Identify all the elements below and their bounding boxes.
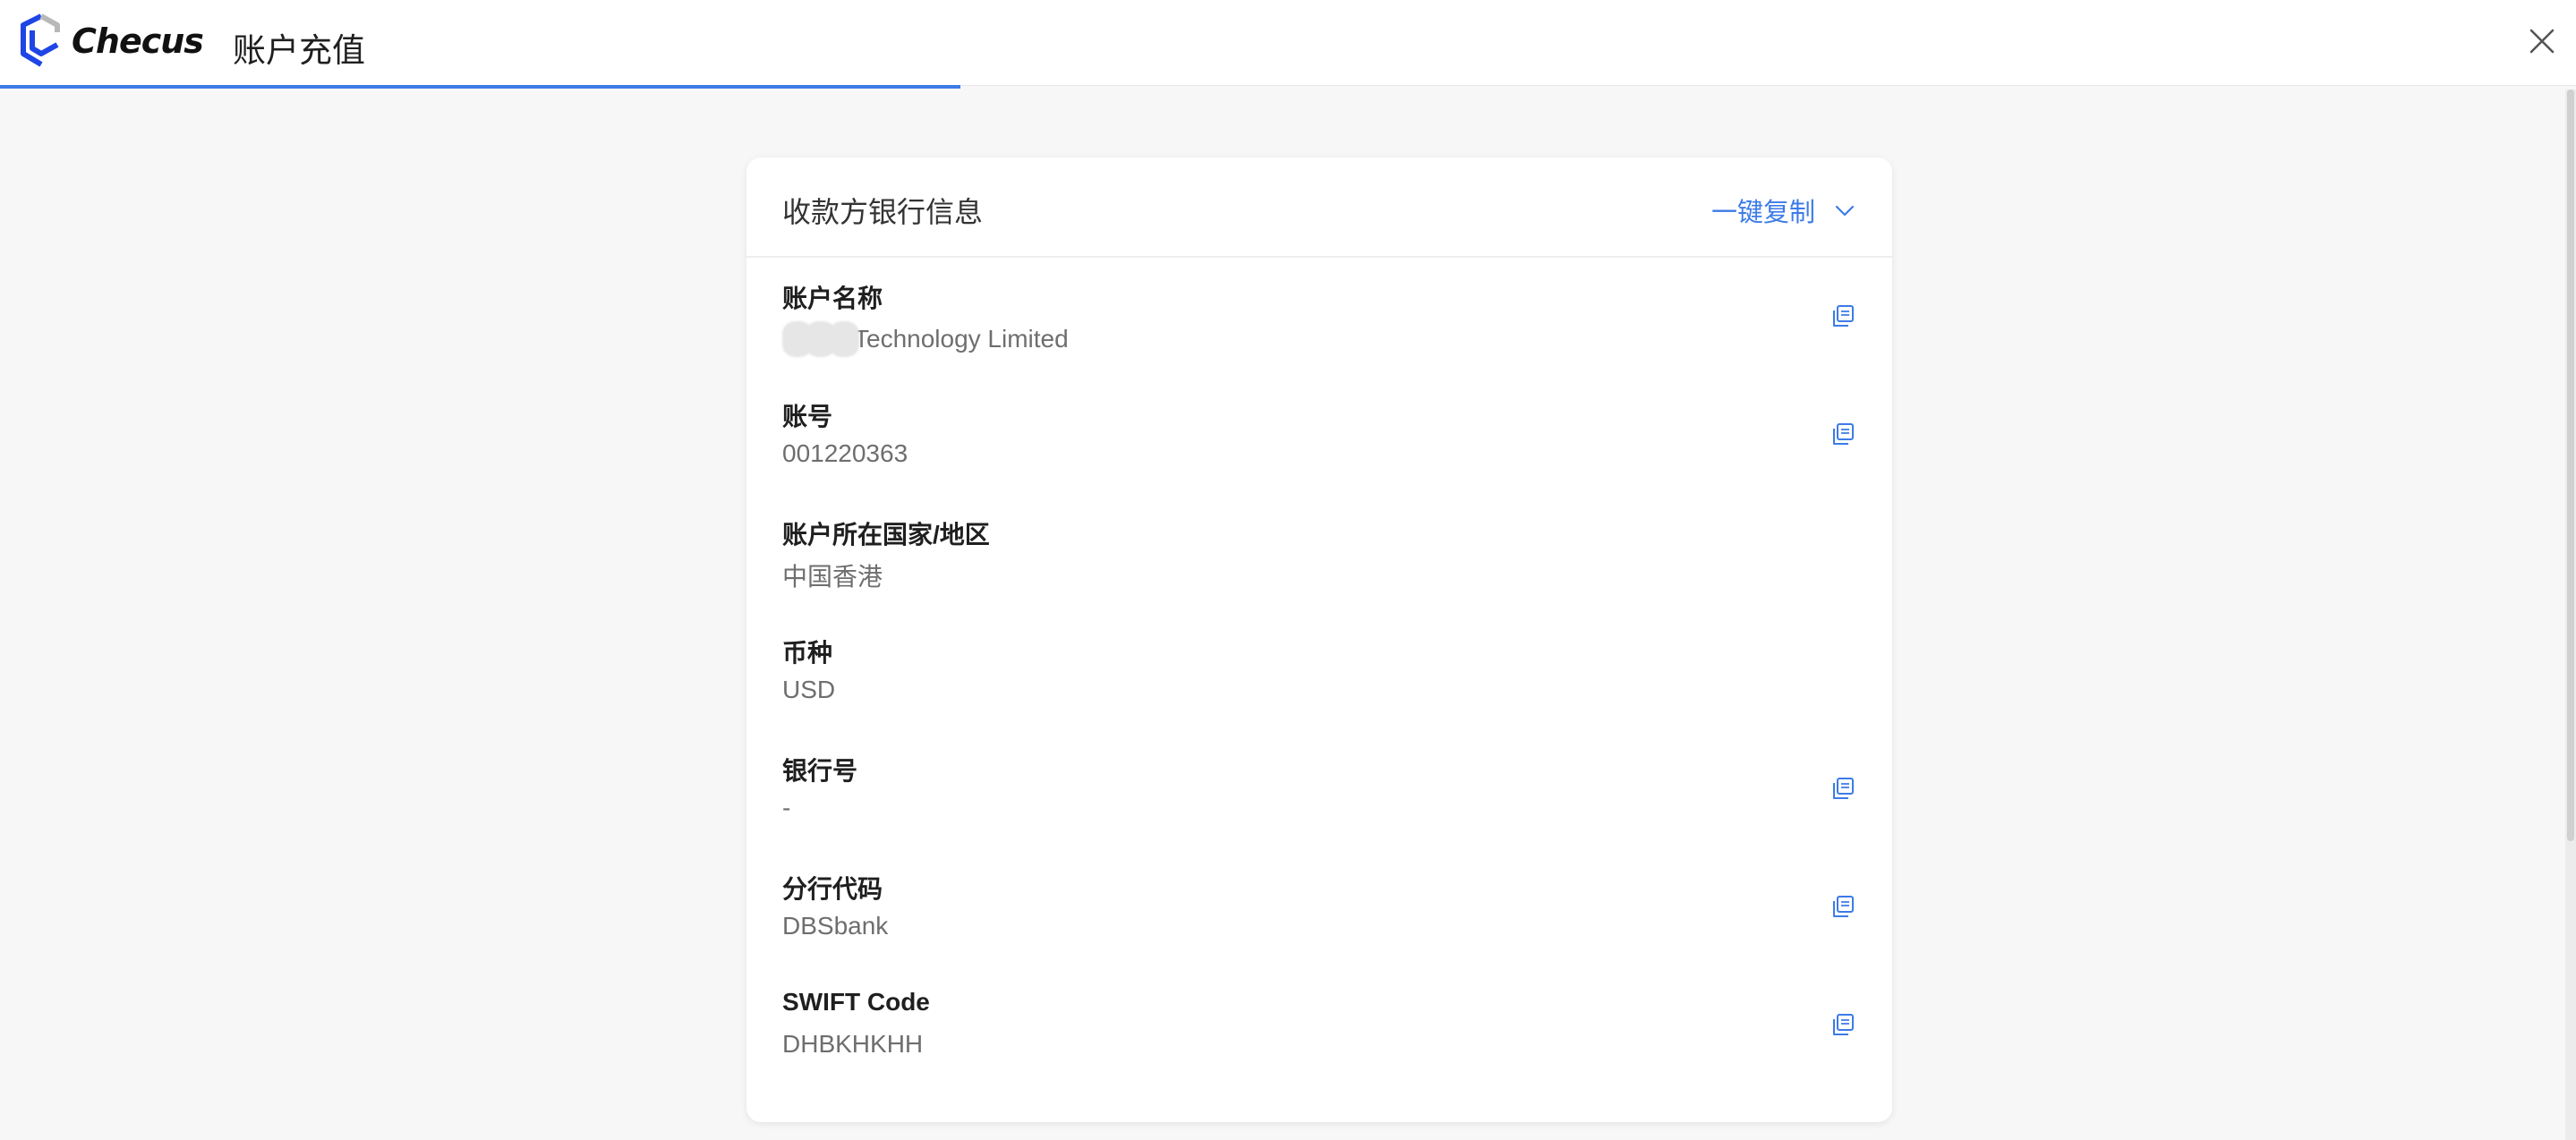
copy-icon[interactable] (1830, 1011, 1856, 1038)
info-row-value: - (782, 794, 790, 822)
copy-icon[interactable] (1830, 302, 1856, 329)
page-title: 账户充值 (233, 32, 365, 69)
logo-text: Checus (72, 21, 204, 61)
info-row-label: 账户名称 (782, 285, 883, 312)
checus-logo: Checus (14, 13, 204, 70)
copy-icon[interactable] (1830, 775, 1856, 802)
info-row: 分行代码 DBSbank (746, 848, 1892, 966)
info-row-value-text: - (782, 794, 791, 821)
info-row: SWIFT Code DHBKHKHH (746, 966, 1892, 1085)
info-row-value-text: DBSbank (782, 912, 889, 940)
info-row-label: SWIFT Code (782, 988, 930, 1016)
info-row: 账户名称 Technology Limited (746, 258, 1892, 376)
info-row-value: USD (782, 676, 835, 704)
info-row-value: 001220363 (782, 439, 908, 468)
info-row-value-text: Technology Limited (854, 325, 1069, 353)
bank-info-card: 收款方银行信息 一键复制 账户名称 Technology Limited 账号 001… (746, 157, 1892, 1122)
scrollbar-thumb[interactable] (2567, 89, 2574, 841)
info-row: 账号 001220363 (746, 376, 1892, 494)
copy-icon[interactable] (1830, 893, 1856, 920)
checus-logo-mark (21, 13, 60, 67)
info-row-label: 分行代码 (782, 875, 883, 903)
close-icon[interactable] (2524, 23, 2560, 59)
progress-bar (0, 85, 961, 89)
info-row-value: Technology Limited (782, 321, 1069, 357)
copy-all-button[interactable]: 一键复制 (1711, 191, 1856, 229)
info-row-value-text: DHBKHKHH (782, 1030, 924, 1058)
copy-all-label: 一键复制 (1710, 199, 1815, 227)
info-row: 账户所在国家/地区 中国香港 (746, 494, 1892, 612)
info-row-label: 账户所在国家/地区 (782, 521, 990, 549)
card-header: 收款方银行信息 一键复制 (746, 157, 1892, 258)
info-row: 银行号 - (746, 730, 1892, 848)
scrollbar[interactable] (2565, 89, 2576, 1140)
info-row-label: 账号 (782, 403, 833, 430)
info-row-value: 中国香港 (782, 557, 883, 593)
top-bar: Checus 账户充值 (0, 0, 2576, 86)
info-row-label: 币种 (782, 639, 833, 667)
info-row-value: DHBKHKHH (782, 1030, 923, 1059)
info-row-value-text: USD (782, 676, 836, 703)
info-row: 币种 USD (746, 612, 1892, 730)
card-title: 收款方银行信息 (782, 196, 984, 228)
copy-icon[interactable] (1830, 421, 1856, 447)
info-row-label: 银行号 (782, 757, 858, 785)
info-row-value-text: 001220363 (782, 439, 908, 467)
info-row-value-text: 中国香港 (782, 563, 883, 591)
info-row-value: DBSbank (782, 912, 888, 940)
redacted-blur (782, 321, 859, 357)
chevron-down-icon (1835, 205, 1855, 217)
